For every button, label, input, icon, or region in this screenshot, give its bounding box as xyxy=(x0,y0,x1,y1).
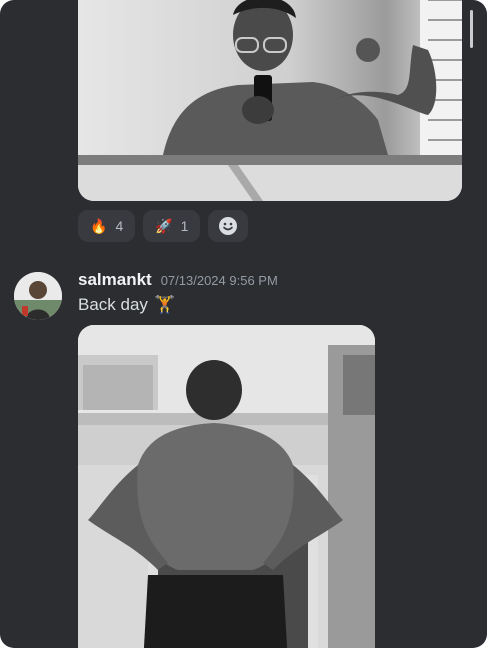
chat-screen: 🔥 4 🚀 1 salmankt 07/13/2024 9:56 PM Back… xyxy=(0,0,487,648)
smiley-icon xyxy=(219,217,238,235)
message-header: salmankt 07/13/2024 9:56 PM xyxy=(78,270,278,290)
message-text: Back day 🏋️ xyxy=(78,295,175,315)
avatar-image xyxy=(14,272,62,320)
reaction-rocket[interactable]: 🚀 1 xyxy=(143,210,201,242)
attachment-image-2-graphic xyxy=(78,325,375,648)
reaction-count: 1 xyxy=(180,218,189,234)
rocket-icon: 🚀 xyxy=(155,217,173,234)
attachment-image-1[interactable] xyxy=(78,0,462,201)
attachment-image-2[interactable] xyxy=(78,325,375,648)
fire-icon: 🔥 xyxy=(90,217,108,234)
reaction-count: 4 xyxy=(115,218,124,234)
message-content: Back day xyxy=(78,295,148,314)
reactions-bar: 🔥 4 🚀 1 xyxy=(78,210,249,242)
weightlifter-icon: 🏋️ xyxy=(153,295,176,314)
avatar[interactable] xyxy=(14,272,62,320)
add-reaction-button[interactable] xyxy=(208,210,249,242)
attachment-image-1-graphic xyxy=(78,0,462,201)
scrollbar[interactable] xyxy=(470,10,473,48)
timestamp: 07/13/2024 9:56 PM xyxy=(160,273,278,288)
username[interactable]: salmankt xyxy=(78,270,152,290)
reaction-fire[interactable]: 🔥 4 xyxy=(78,210,136,242)
